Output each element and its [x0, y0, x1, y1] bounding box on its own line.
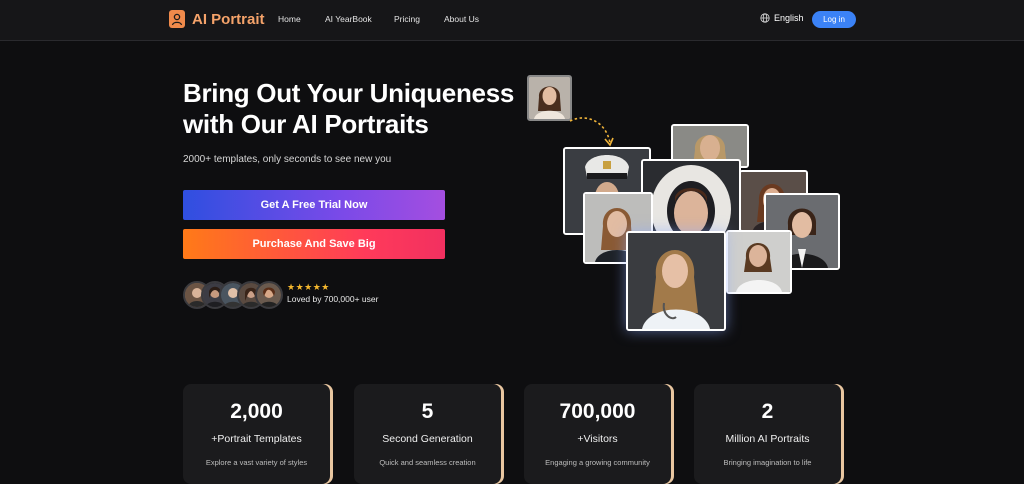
language-selector[interactable]: English: [760, 13, 804, 23]
portrait-logo-icon: [169, 10, 185, 28]
stat-label: Million AI Portraits: [725, 433, 810, 445]
hero-title-line-2: with Our AI Portraits: [183, 109, 429, 139]
stat-number: 2,000: [230, 400, 283, 423]
stat-label: +Portrait Templates: [211, 433, 302, 445]
stat-description: Bringing imagination to life: [723, 458, 812, 467]
nav-about-us[interactable]: About Us: [444, 14, 479, 24]
sample-portrait-photo: [527, 75, 572, 121]
stat-card-templates: 2,000 +Portrait Templates Explore a vast…: [183, 384, 330, 484]
stat-description: Engaging a growing community: [545, 458, 650, 467]
brand-logo[interactable]: AI Portrait: [169, 10, 265, 28]
stat-number: 700,000: [559, 400, 636, 423]
portrait-photo: [726, 230, 792, 294]
nav-ai-yearbook[interactable]: AI YearBook: [325, 14, 372, 24]
loved-by-text: Loved by 700,000+ user: [287, 294, 379, 304]
brand-name: AI Portrait: [192, 10, 265, 28]
hero-title: Bring Out Your Uniqueness with Our AI Po…: [183, 78, 523, 140]
stat-card-generation: 5 Second Generation Quick and seamless c…: [354, 384, 501, 484]
hero-subtitle: 2000+ templates, only seconds to see new…: [183, 154, 392, 165]
stat-label: +Visitors: [577, 433, 618, 445]
hero-title-line-1: Bring Out Your Uniqueness: [183, 78, 515, 108]
nav-home[interactable]: Home: [278, 14, 301, 24]
doctor-portrait-photo: [626, 231, 726, 331]
stat-card-visitors: 700,000 +Visitors Engaging a growing com…: [524, 384, 671, 484]
stat-card-portraits: 2 Million AI Portraits Bringing imaginat…: [694, 384, 841, 484]
rating-stars: ★★★★★: [287, 282, 330, 292]
globe-icon: [760, 13, 770, 23]
stat-label: Second Generation: [382, 433, 473, 445]
top-navigation-bar: AI Portrait Home AI YearBook Pricing Abo…: [0, 0, 1024, 41]
avatar: [255, 281, 283, 309]
user-avatars: [183, 281, 283, 309]
purchase-button[interactable]: Purchase And Save Big: [183, 229, 445, 259]
stat-number: 5: [421, 400, 434, 423]
curved-arrow-icon: [569, 117, 614, 147]
stat-number: 2: [761, 400, 774, 423]
free-trial-button[interactable]: Get A Free Trial Now: [183, 190, 445, 220]
language-label: English: [774, 13, 804, 23]
stat-description: Explore a vast variety of styles: [205, 458, 308, 467]
nav-pricing[interactable]: Pricing: [394, 14, 420, 24]
login-button[interactable]: Log in: [812, 11, 856, 28]
stat-description: Quick and seamless creation: [379, 458, 476, 467]
